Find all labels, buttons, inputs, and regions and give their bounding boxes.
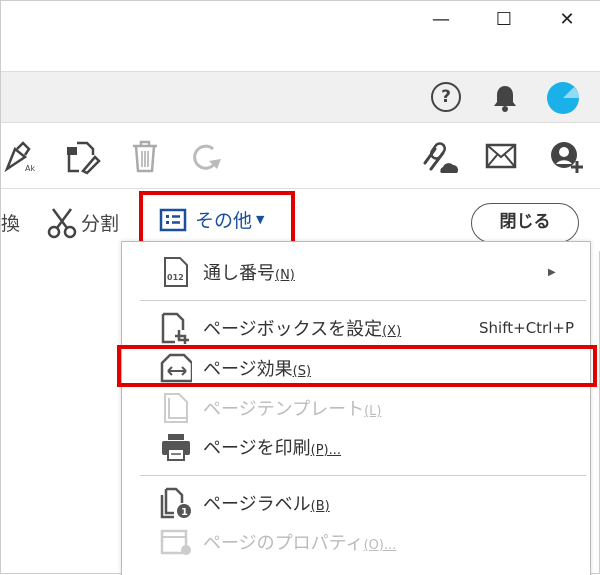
menu-item-label: ページラベル xyxy=(203,494,311,515)
close-window-button[interactable]: ✕ xyxy=(547,7,587,33)
trash-icon[interactable] xyxy=(129,139,161,177)
caret-down-icon: ▼ xyxy=(256,213,265,226)
crop-page-icon xyxy=(160,312,192,344)
bell-icon[interactable] xyxy=(491,83,519,117)
accelerator: (B) xyxy=(310,499,330,514)
account-bar: ? xyxy=(1,71,600,123)
menu-item-label: ページのプロパティ xyxy=(203,533,364,554)
rotate-icon[interactable] xyxy=(189,141,223,177)
menu-item-bates-numbering[interactable]: 012 通し番号(N) ▶ xyxy=(122,253,590,291)
svg-text:1: 1 xyxy=(181,507,188,518)
add-user-icon[interactable] xyxy=(549,139,585,179)
svg-text:Ak: Ak xyxy=(25,164,35,173)
menu-item-label: ページボックスを設定 xyxy=(203,319,383,340)
page-transitions-highlight-box xyxy=(117,345,597,387)
menu-item-label: ページを印刷 xyxy=(203,438,311,459)
menu-item-print-pages[interactable]: ページを印刷(P)... xyxy=(122,428,590,466)
email-icon[interactable] xyxy=(485,143,517,173)
menu-separator xyxy=(140,300,586,301)
scissors-icon[interactable] xyxy=(47,207,77,243)
share-link-icon[interactable] xyxy=(419,139,459,179)
maximize-button[interactable]: ☐ xyxy=(484,7,524,33)
avatar[interactable] xyxy=(546,81,580,119)
shortcut-label: Shift+Ctrl+P xyxy=(479,319,574,337)
fill-sign-icon[interactable]: Ak xyxy=(3,139,37,177)
list-icon xyxy=(159,208,187,231)
title-bar: — ☐ ✕ xyxy=(1,1,600,71)
svg-text:012: 012 xyxy=(167,273,184,282)
accelerator: (L) xyxy=(364,404,382,419)
menu-item-set-page-box[interactable]: ページボックスを設定(X) Shift+Ctrl+P xyxy=(122,309,590,347)
more-button[interactable]: その他 ▼ xyxy=(159,206,264,233)
accelerator: (P)... xyxy=(310,443,342,458)
menu-item-label: ページテンプレート xyxy=(203,399,365,420)
edit-document-icon[interactable] xyxy=(65,139,101,179)
numbering-icon: 012 xyxy=(160,256,192,288)
split-button[interactable]: 分割 xyxy=(81,209,119,236)
menu-item-label: 通し番号 xyxy=(203,263,275,284)
convert-label-partial[interactable]: 換 xyxy=(1,209,20,236)
menu-item-page-templates: ページテンプレート(L) xyxy=(122,389,590,427)
more-label: その他 xyxy=(195,210,253,232)
help-icon[interactable]: ? xyxy=(431,82,461,112)
close-tool-button[interactable]: 閉じる xyxy=(471,203,579,243)
menu-item-page-labels[interactable]: 1 ページラベル(B) xyxy=(122,484,590,522)
page-label-icon: 1 xyxy=(160,487,192,519)
template-icon xyxy=(160,392,192,424)
submenu-arrow-icon: ▶ xyxy=(548,266,556,278)
menu-separator xyxy=(140,475,586,476)
accelerator: (X) xyxy=(382,324,402,339)
page-properties-icon xyxy=(160,526,192,558)
more-dropdown-menu: 012 通し番号(N) ▶ ページボックスを設定(X) Shift+Ctrl+P… xyxy=(121,241,591,575)
minimize-button[interactable]: — xyxy=(421,7,461,33)
tools-toolbar: Ak xyxy=(1,123,600,189)
accelerator: (O)... xyxy=(363,538,397,553)
accelerator: (N) xyxy=(275,268,295,283)
printer-icon xyxy=(160,431,192,463)
menu-item-page-properties: ページのプロパティ(O)... xyxy=(122,523,590,561)
